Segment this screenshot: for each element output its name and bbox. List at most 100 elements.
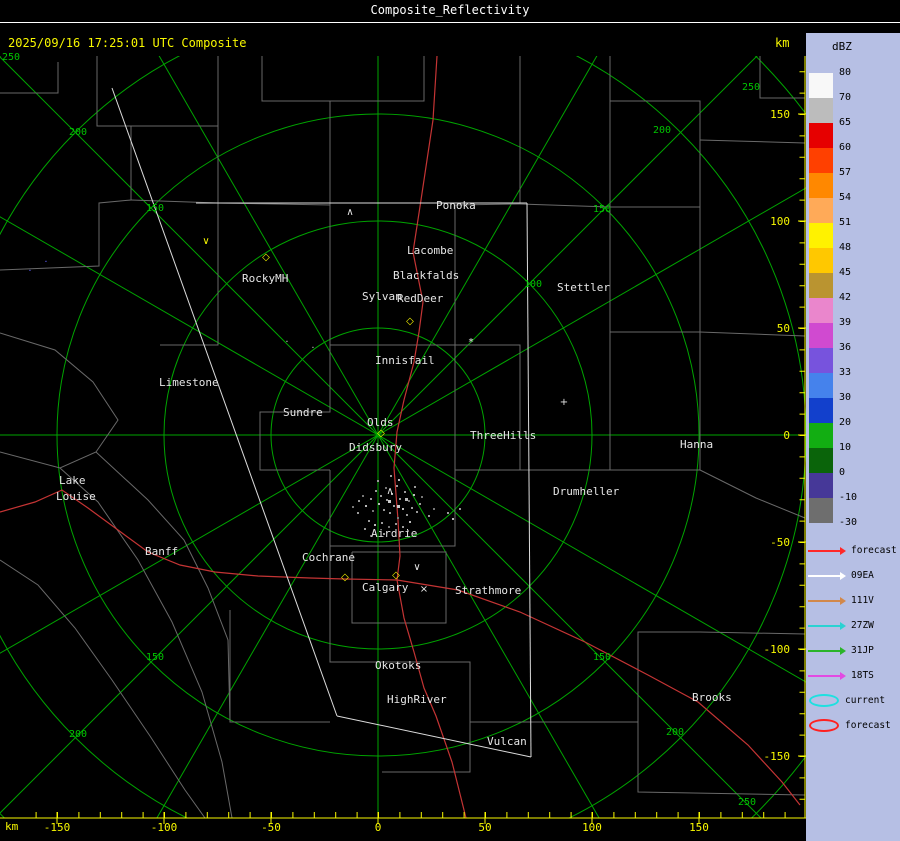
ellipse-icon [809, 694, 839, 707]
range-ring-label: 250 [742, 82, 761, 93]
colorbar-row: 80 [809, 67, 900, 98]
y-axis-label: -100 [763, 643, 791, 656]
y-axis-label: 50 [776, 322, 790, 335]
arrow-icon [808, 546, 848, 555]
colorbar-row: 20 [809, 417, 900, 448]
city-label: Brooks [692, 691, 732, 704]
point-symbol: + [559, 397, 569, 408]
colorbar-swatch [809, 323, 833, 348]
range-ring-label: 200 [666, 727, 685, 738]
city-label: Ponoka [436, 199, 476, 212]
legend-row: forecast [808, 538, 897, 563]
colorbar-swatch [809, 423, 833, 448]
colorbar-label: 80 [839, 67, 852, 78]
point-symbol: · [28, 266, 32, 277]
colorbar-label: 10 [839, 442, 852, 453]
arrow-shaft [808, 574, 840, 577]
y-axis-label: -50 [770, 536, 790, 549]
colorbar-row: 57 [809, 167, 900, 198]
colorbar-row: 70 [809, 92, 900, 123]
range-ring-label: 200 [69, 127, 88, 138]
city-label: Sylvan [362, 290, 402, 303]
arrow-head [840, 646, 846, 655]
city-label: Blackfalds [393, 269, 460, 282]
x-axis-label: -50 [261, 821, 281, 834]
colorbar-label: -10 [839, 492, 858, 503]
radar-map-canvas[interactable] [0, 0, 806, 841]
legend-label: 27ZW [851, 620, 874, 631]
legend-label: forecast [851, 545, 897, 556]
x-axis-label: 150 [689, 821, 709, 834]
radar-sector-outline [111, 87, 532, 758]
colorbar-row: 10 [809, 442, 900, 473]
city-label: Lacombe [407, 244, 454, 257]
range-ring-label: 100 [524, 279, 543, 290]
colorbar-swatch [809, 348, 833, 373]
legend-row: 18TS [808, 663, 897, 688]
x-axis-label: -150 [43, 821, 71, 834]
colorbar-row: 48 [809, 242, 900, 273]
city-label: Okotoks [375, 659, 422, 672]
y-axis-label: 150 [770, 108, 790, 121]
city-label: Hanna [680, 438, 714, 451]
city-label: Vulcan [487, 735, 527, 748]
point-symbol: ∧ [346, 207, 354, 218]
y-axis-label: 100 [770, 215, 790, 228]
colorbar-swatch [809, 298, 833, 323]
colorbar-row: 30 [809, 392, 900, 423]
city-label: ThreeHills [470, 429, 537, 442]
city-label: Airdrie [371, 527, 418, 540]
arrow-head [840, 621, 846, 630]
colorbar-label: 39 [839, 317, 852, 328]
point-symbol: ∧ [386, 486, 394, 497]
arrow-head [840, 571, 846, 580]
arrow-shaft [808, 649, 840, 652]
arrow-head [840, 546, 846, 555]
colorbar-label: 70 [839, 92, 852, 103]
colorbar-label: 0 [839, 467, 846, 478]
radar-application: { "title": "Composite_Reflectivity", "he… [0, 0, 900, 841]
arrow-shaft [808, 599, 840, 602]
city-label: Strathmore [455, 584, 522, 597]
x-axis-label: -100 [150, 821, 178, 834]
city-label: Drumheller [553, 485, 620, 498]
colorbar-swatch [809, 73, 833, 98]
range-ring-label: 150 [593, 204, 612, 215]
colorbar-row: 51 [809, 217, 900, 248]
arrow-icon [808, 671, 848, 680]
range-ring-label: 200 [69, 729, 88, 740]
colorbar-swatch [809, 248, 833, 273]
legend-label: 18TS [851, 670, 874, 681]
range-ring-label: 150 [146, 652, 165, 663]
legend-label: 111V [851, 595, 874, 606]
colorbar-label: 65 [839, 117, 852, 128]
colorbar-swatch [809, 448, 833, 473]
colorbar-swatch [809, 98, 833, 123]
y-axis-label: -150 [763, 750, 791, 763]
colorbar-row: 36 [809, 342, 900, 373]
colorbar-label: 36 [839, 342, 852, 353]
city-label: Didsbury [349, 441, 402, 454]
arrow-icon [808, 571, 848, 580]
legend-row: 27ZW [808, 613, 897, 638]
colorbar-label: 57 [839, 167, 852, 178]
legend-row: 09EA [808, 563, 897, 588]
legend-row: forecast [808, 713, 897, 738]
arrow-shaft [808, 674, 840, 677]
colorbar-swatch [809, 198, 833, 223]
city-label: Sundre [283, 406, 323, 419]
colorbar-label: 51 [839, 217, 852, 228]
point-symbol: ∨ [202, 236, 210, 247]
city-label: Innisfail [375, 354, 435, 367]
radar-site-marker: ◇ [392, 570, 400, 581]
colorbar-label: 54 [839, 192, 852, 203]
arrow-shaft [808, 549, 840, 552]
colorbar-label: 42 [839, 292, 852, 303]
dbz-colorbar: 80 70 65 60 57 54 51 48 45 42 39 36 33 3… [809, 67, 900, 528]
arrow-head [840, 671, 846, 680]
point-symbol: * [468, 337, 474, 348]
colorbar-row: 54 [809, 192, 900, 223]
radar-site-marker: ◇ [406, 316, 414, 327]
arrow-icon [808, 646, 848, 655]
colorbar-swatch [809, 398, 833, 423]
